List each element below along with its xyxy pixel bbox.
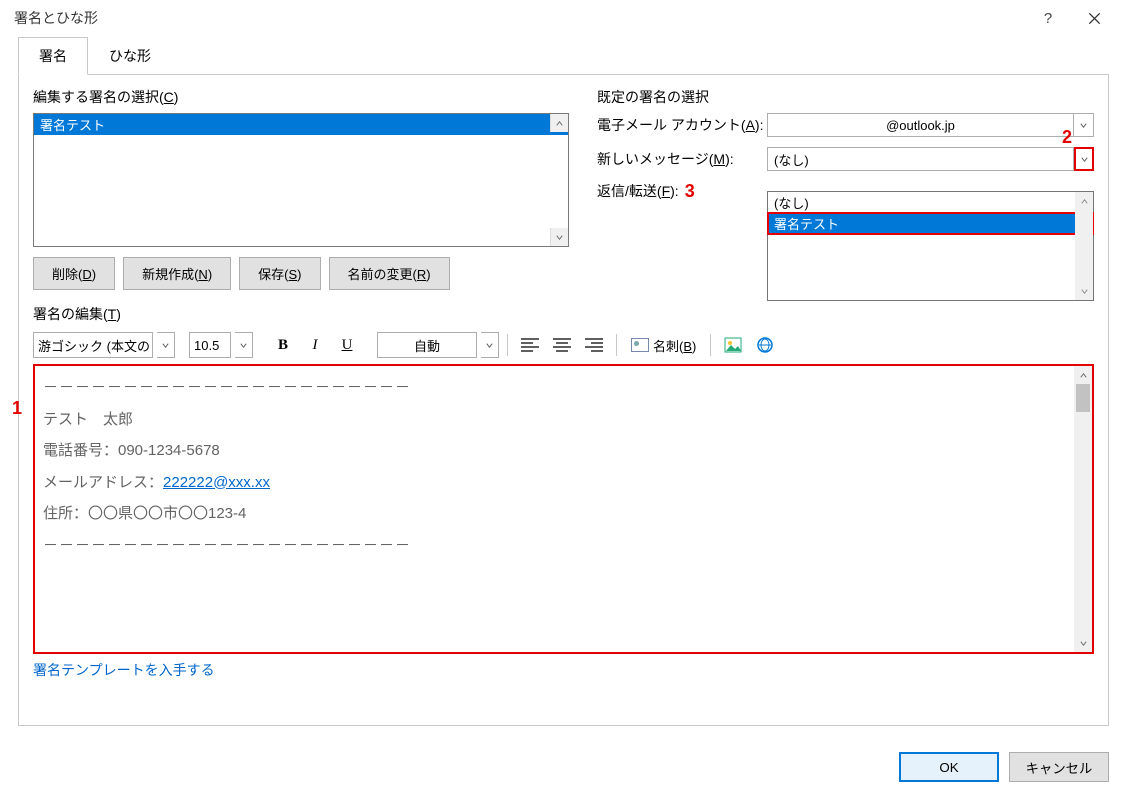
- editor-mail: メールアドレス：222222@xxx.xx: [43, 467, 1084, 499]
- format-toolbar: 游ゴシック (本文の 10.5 B I U 自動 名刺(B): [33, 330, 1094, 360]
- image-icon: [724, 337, 742, 353]
- font-select[interactable]: 游ゴシック (本文の: [33, 332, 153, 358]
- new-message-dropdown-arrow[interactable]: [1074, 147, 1094, 171]
- save-button[interactable]: 保存(S): [239, 257, 320, 290]
- annotation-1: 1: [12, 398, 22, 419]
- ok-button[interactable]: OK: [899, 752, 999, 782]
- scroll-down-icon[interactable]: [1074, 634, 1092, 652]
- reply-dropdown-popup[interactable]: (なし) 署名テスト: [767, 191, 1094, 301]
- edit-signature-label: 署名の編集(T): [33, 304, 1094, 324]
- editor-separator-top: －－－－－－－－－－－－－－－－－－－－－－－: [43, 372, 1084, 404]
- scroll-up-icon[interactable]: [1075, 192, 1093, 210]
- delete-button[interactable]: 削除(D): [33, 257, 115, 290]
- scroll-down-icon[interactable]: [550, 228, 568, 246]
- default-signature-label: 既定の署名の選択: [597, 87, 1094, 107]
- close-icon: [1088, 12, 1101, 25]
- template-link[interactable]: 署名テンプレートを入手する: [33, 660, 1094, 680]
- dropdown-option-signature[interactable]: 署名テスト: [768, 213, 1093, 234]
- align-right-button[interactable]: [580, 332, 608, 358]
- editor-mail-link[interactable]: 222222@xxx.xx: [163, 474, 270, 491]
- fontsize-select[interactable]: 10.5: [189, 332, 231, 358]
- signature-list-label: 編集する署名の選択(C): [33, 87, 569, 107]
- annotation-3: 3: [685, 181, 695, 202]
- signature-editor[interactable]: －－－－－－－－－－－－－－－－－－－－－－－ テスト 太郎 電話番号：090-…: [33, 364, 1094, 654]
- new-message-label: 新しいメッセージ(M):: [597, 149, 767, 169]
- editor-name: テスト 太郎: [43, 404, 1084, 436]
- cancel-button[interactable]: キャンセル: [1009, 752, 1109, 782]
- color-select[interactable]: 自動: [377, 332, 477, 358]
- tab-template[interactable]: ひな形: [88, 37, 172, 75]
- align-left-button[interactable]: [516, 332, 544, 358]
- editor-address: 住所：〇〇県〇〇市〇〇123-4: [43, 498, 1084, 530]
- align-center-button[interactable]: [548, 332, 576, 358]
- dropdown-scrollbar[interactable]: [1075, 192, 1093, 300]
- signature-item[interactable]: 署名テスト: [34, 114, 568, 135]
- bold-button[interactable]: B: [269, 332, 297, 358]
- business-card-button[interactable]: 名刺(B): [625, 332, 702, 358]
- signature-list[interactable]: 署名テスト: [33, 113, 569, 247]
- tab-signature[interactable]: 署名: [18, 37, 88, 75]
- email-account-select[interactable]: @outlook.jp: [767, 113, 1074, 137]
- business-card-icon: [631, 338, 649, 352]
- link-icon: [756, 336, 774, 354]
- editor-scrollbar[interactable]: [1074, 366, 1092, 652]
- scroll-up-icon[interactable]: [1074, 366, 1092, 384]
- scroll-thumb[interactable]: [1076, 384, 1090, 412]
- dialog-footer: OK キャンセル: [0, 738, 1127, 800]
- rename-button[interactable]: 名前の変更(R): [329, 257, 450, 290]
- annotation-2: 2: [1062, 127, 1072, 148]
- editor-phone: 電話番号：090-1234-5678: [43, 435, 1084, 467]
- font-select-arrow[interactable]: [157, 332, 175, 358]
- dialog-signatures: 署名とひな形 ? 署名 ひな形 編集する署名の選択(C) 署名テスト: [0, 0, 1127, 800]
- fontsize-select-arrow[interactable]: [235, 332, 253, 358]
- tab-panel: 編集する署名の選択(C) 署名テスト 削除(D): [18, 75, 1109, 726]
- titlebar: 署名とひな形 ?: [0, 0, 1127, 36]
- email-account-dropdown-arrow[interactable]: [1074, 113, 1094, 137]
- content: 署名 ひな形 編集する署名の選択(C) 署名テスト: [0, 36, 1127, 738]
- color-select-arrow[interactable]: [481, 332, 499, 358]
- new-message-select[interactable]: (なし): [767, 147, 1074, 171]
- help-button[interactable]: ?: [1025, 2, 1071, 34]
- scrollbar[interactable]: [550, 114, 568, 246]
- italic-button[interactable]: I: [301, 332, 329, 358]
- underline-button[interactable]: U: [333, 332, 361, 358]
- reply-forward-label: 返信/転送(F): 3: [597, 181, 767, 201]
- new-button[interactable]: 新規作成(N): [123, 257, 231, 290]
- editor-separator-bottom: －－－－－－－－－－－－－－－－－－－－－－－: [43, 530, 1084, 562]
- email-account-label: 電子メール アカウント(A):: [597, 115, 767, 135]
- dropdown-option-none[interactable]: (なし): [768, 192, 1093, 213]
- insert-link-button[interactable]: [751, 332, 779, 358]
- scroll-up-icon[interactable]: [550, 114, 568, 132]
- tab-strip: 署名 ひな形: [18, 36, 1109, 75]
- scroll-down-icon[interactable]: [1075, 282, 1093, 300]
- insert-image-button[interactable]: [719, 332, 747, 358]
- window-title: 署名とひな形: [10, 8, 1025, 28]
- close-button[interactable]: [1071, 2, 1117, 34]
